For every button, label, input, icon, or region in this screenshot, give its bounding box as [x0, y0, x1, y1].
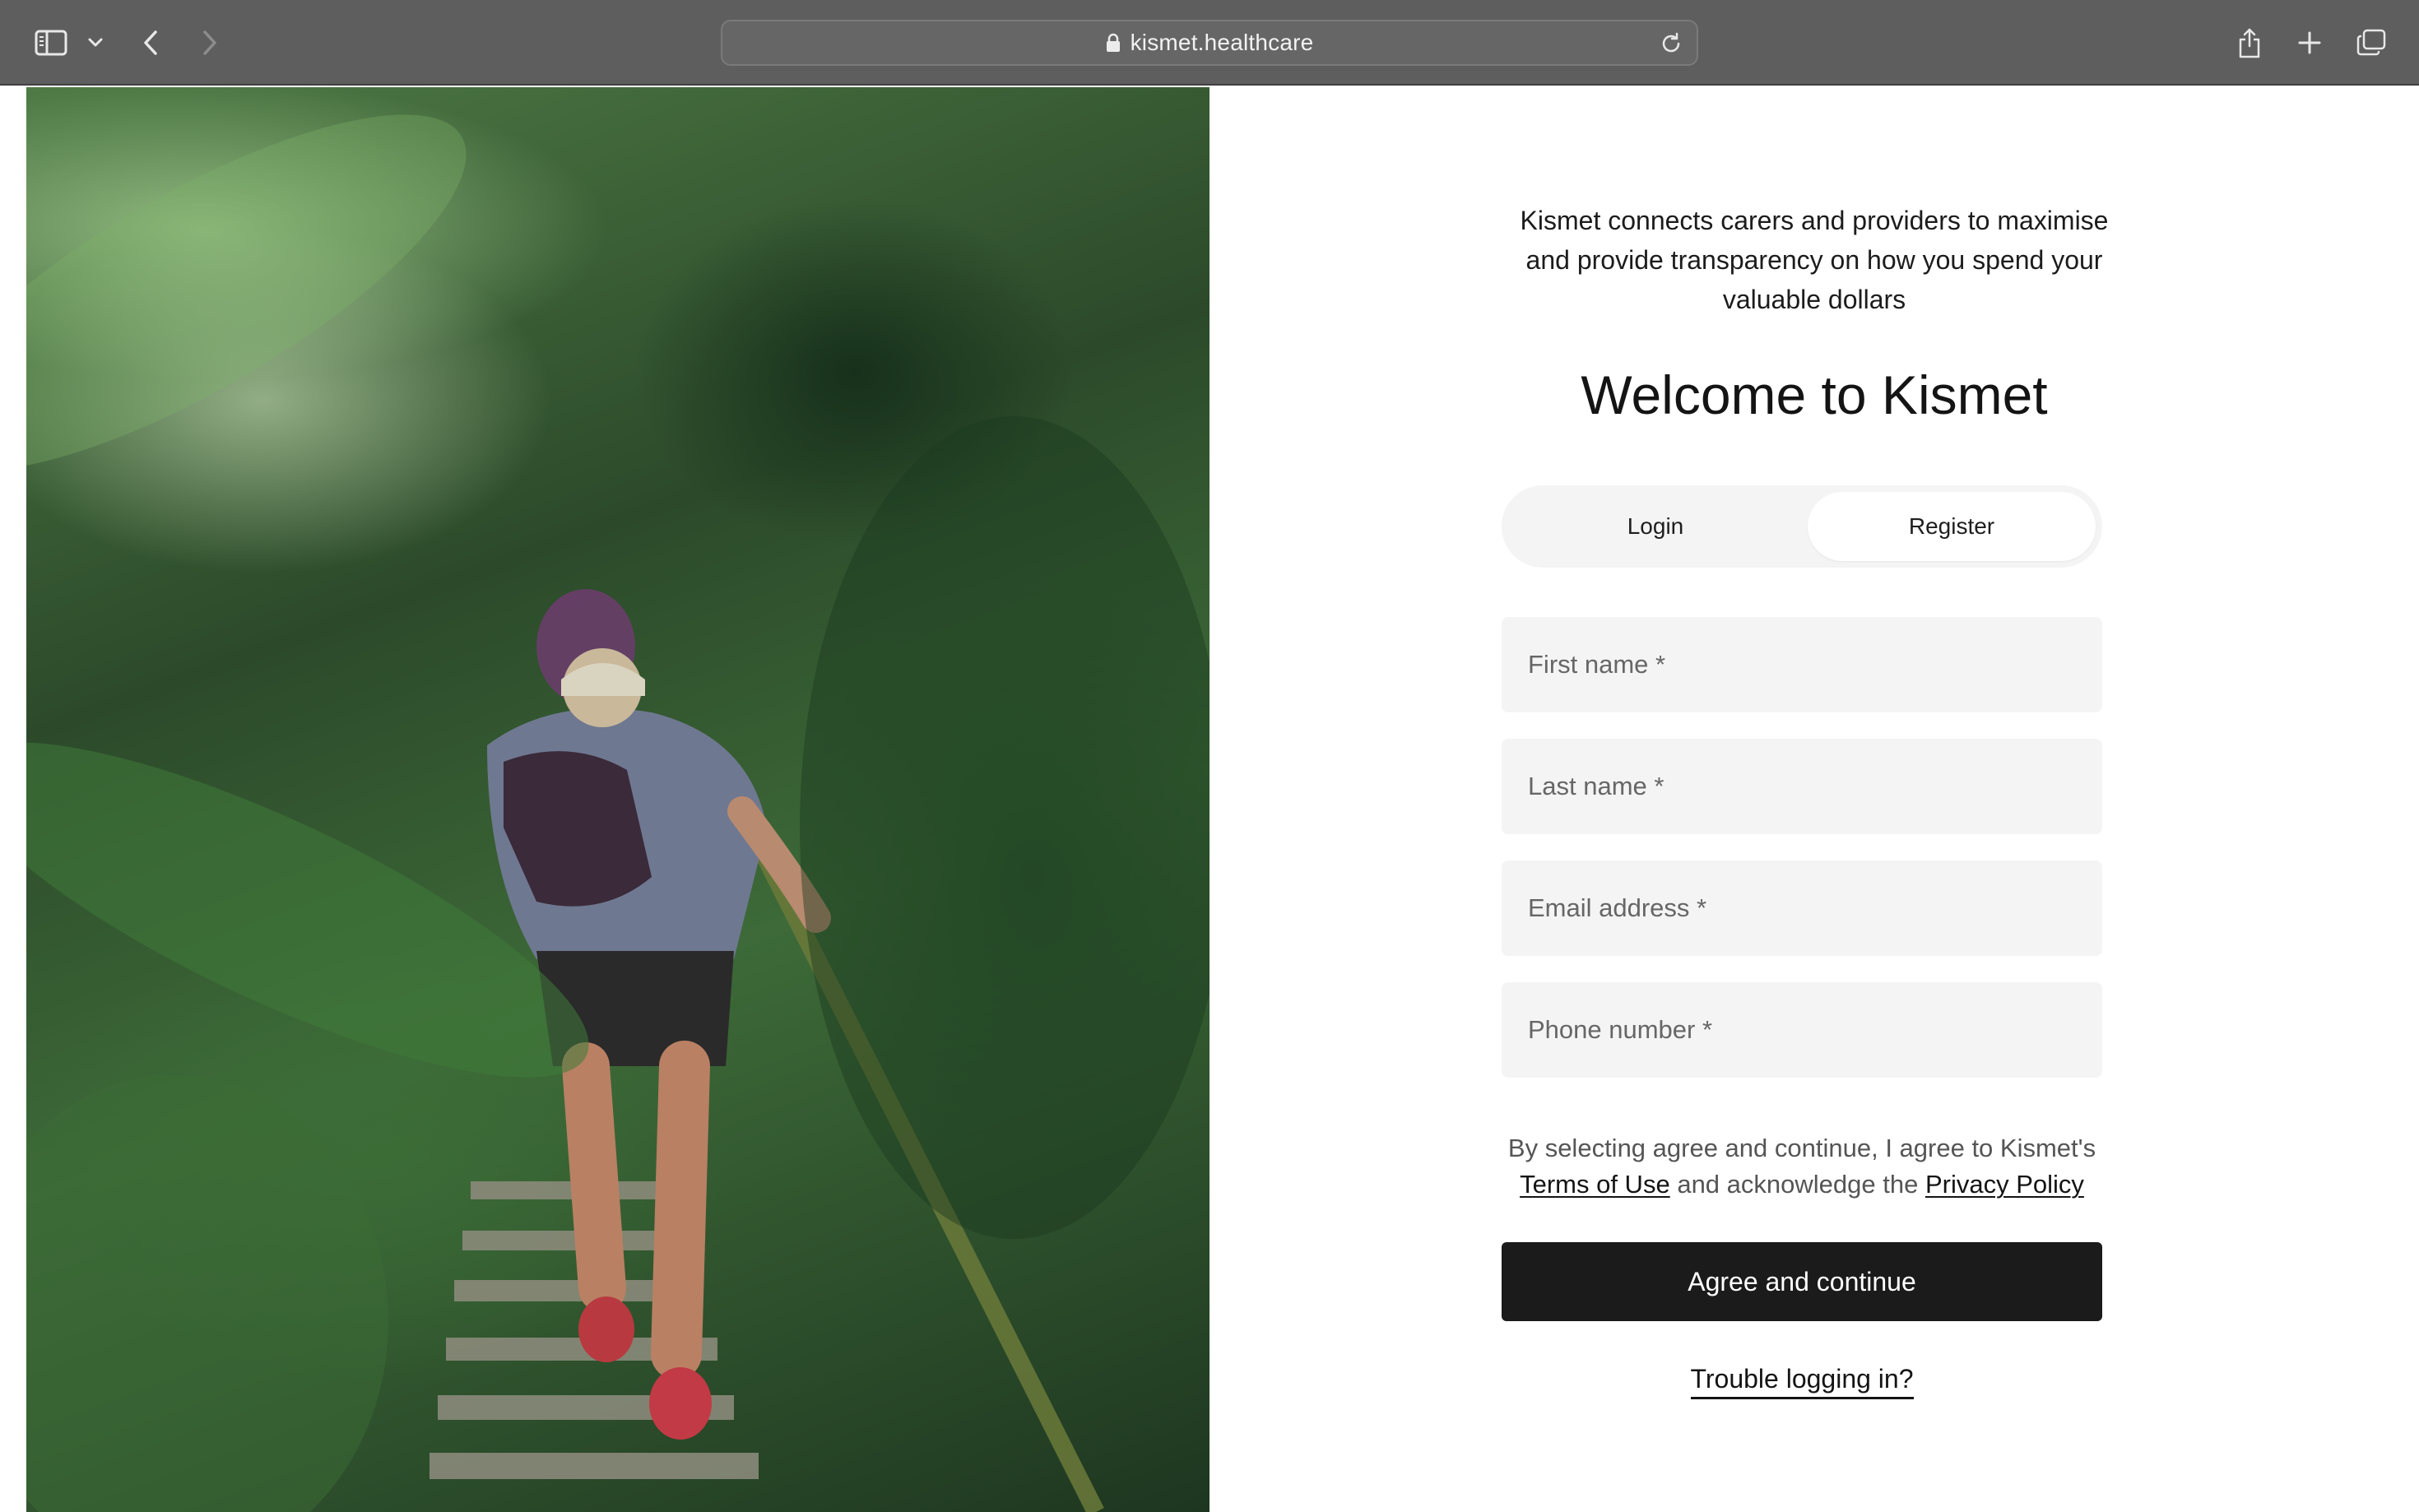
- lock-icon: [1106, 33, 1121, 53]
- privacy-policy-link[interactable]: Privacy Policy: [1925, 1170, 2084, 1199]
- phone-input[interactable]: [1502, 982, 2102, 1078]
- terms-of-use-link[interactable]: Terms of Use: [1520, 1170, 1670, 1199]
- trouble-logging-in-link[interactable]: Trouble logging in?: [1690, 1364, 1914, 1399]
- last-name-input[interactable]: [1502, 739, 2102, 834]
- tab-overview-icon[interactable]: [2355, 21, 2388, 64]
- browser-toolbar: kismet.healthcare: [0, 0, 2419, 86]
- trouble-logging-in: Trouble logging in?: [1497, 1364, 2106, 1399]
- email-input[interactable]: [1502, 860, 2102, 956]
- agree-and-continue-button[interactable]: Agree and continue: [1502, 1242, 2102, 1321]
- page-title: Welcome to Kismet: [1581, 364, 2048, 425]
- chevron-down-icon[interactable]: [86, 21, 105, 64]
- address-bar[interactable]: kismet.healthcare: [721, 20, 1698, 66]
- tab-login[interactable]: Login: [1511, 492, 1799, 561]
- chevron-left-icon[interactable]: [138, 21, 163, 64]
- reload-icon[interactable]: [1659, 31, 1683, 56]
- auth-toggle: Login Register: [1502, 485, 2102, 568]
- url-text: kismet.healthcare: [1130, 30, 1314, 55]
- first-name-input[interactable]: [1502, 617, 2102, 712]
- legal-prefix: By selecting agree and continue, I agree…: [1507, 1134, 2096, 1162]
- chevron-right-icon[interactable]: [197, 21, 222, 64]
- legal-middle: and acknowledge the: [1677, 1170, 1919, 1199]
- share-icon[interactable]: [2235, 21, 2264, 64]
- sidebar-icon[interactable]: [33, 21, 69, 64]
- tab-register[interactable]: Register: [1808, 492, 2096, 561]
- registration-panel: Kismet connects carers and providers to …: [1210, 87, 2419, 1512]
- tagline: Kismet connects carers and providers to …: [1520, 206, 2109, 314]
- legal-notice: By selecting agree and continue, I agree…: [1489, 1130, 2115, 1203]
- hero-photo: [26, 87, 1210, 1512]
- plus-icon[interactable]: [2296, 21, 2324, 64]
